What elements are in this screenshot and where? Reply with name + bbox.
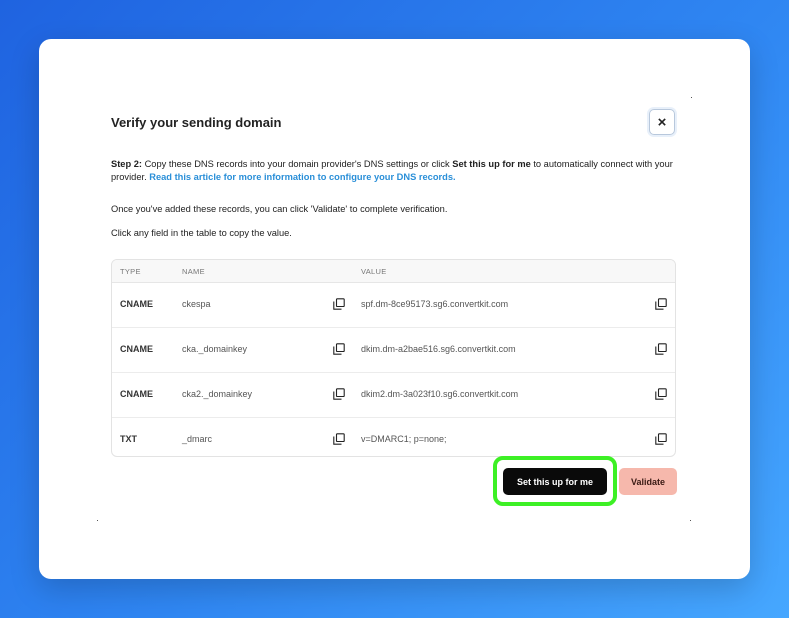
- table-row[interactable]: CNAME cka._domainkey dkim.dm-a2bae516.sg…: [112, 328, 675, 373]
- table-row[interactable]: CNAME cka2._domainkey dkim2.dm-3a023f10.…: [112, 373, 675, 418]
- copy-icon[interactable]: [655, 388, 667, 400]
- corner-marker: [691, 97, 692, 98]
- record-value[interactable]: v=DMARC1; p=none;: [361, 434, 447, 444]
- copy-icon[interactable]: [655, 298, 667, 310]
- step-text-1: Copy these DNS records into your domain …: [142, 159, 453, 169]
- close-icon: ×: [657, 113, 667, 131]
- copy-icon[interactable]: [333, 433, 345, 445]
- copy-hint: Click any field in the table to copy the…: [111, 228, 292, 238]
- set-this-up-for-me-button[interactable]: Set this up for me: [503, 468, 607, 495]
- record-type: CNAME: [120, 299, 153, 309]
- dns-records-table: TYPE NAME VALUE CNAME ckespa spf.dm-8ce9…: [111, 259, 676, 457]
- copy-icon[interactable]: [333, 388, 345, 400]
- record-name[interactable]: cka._domainkey: [182, 344, 247, 354]
- step-instructions: Step 2: Copy these DNS records into your…: [111, 158, 681, 184]
- step-label: Step 2:: [111, 159, 142, 169]
- modal-dialog: Verify your sending domain × Step 2: Cop…: [39, 39, 750, 579]
- record-type: CNAME: [120, 389, 153, 399]
- copy-icon[interactable]: [333, 343, 345, 355]
- record-value[interactable]: spf.dm-8ce95173.sg6.convertkit.com: [361, 299, 508, 309]
- validate-button[interactable]: Validate: [619, 468, 677, 495]
- header-value: VALUE: [361, 267, 387, 276]
- copy-icon[interactable]: [655, 433, 667, 445]
- step-bold: Set this up for me: [452, 159, 531, 169]
- corner-marker: [690, 520, 691, 521]
- dns-article-link[interactable]: Read this article for more information t…: [149, 172, 455, 182]
- table-row[interactable]: TXT _dmarc v=DMARC1; p=none;: [112, 418, 675, 456]
- record-type: CNAME: [120, 344, 153, 354]
- table-row[interactable]: CNAME ckespa spf.dm-8ce95173.sg6.convert…: [112, 283, 675, 328]
- header-type: TYPE: [120, 267, 141, 276]
- modal-title: Verify your sending domain: [111, 115, 282, 130]
- copy-icon[interactable]: [333, 298, 345, 310]
- record-name[interactable]: ckespa: [182, 299, 211, 309]
- copy-icon[interactable]: [655, 343, 667, 355]
- validate-hint: Once you've added these records, you can…: [111, 204, 448, 214]
- record-type: TXT: [120, 434, 137, 444]
- corner-marker: [97, 520, 98, 521]
- record-name[interactable]: _dmarc: [182, 434, 212, 444]
- header-name: NAME: [182, 267, 205, 276]
- record-name[interactable]: cka2._domainkey: [182, 389, 252, 399]
- close-button[interactable]: ×: [649, 109, 675, 135]
- table-header: TYPE NAME VALUE: [112, 260, 675, 283]
- record-value[interactable]: dkim.dm-a2bae516.sg6.convertkit.com: [361, 344, 516, 354]
- record-value[interactable]: dkim2.dm-3a023f10.sg6.convertkit.com: [361, 389, 518, 399]
